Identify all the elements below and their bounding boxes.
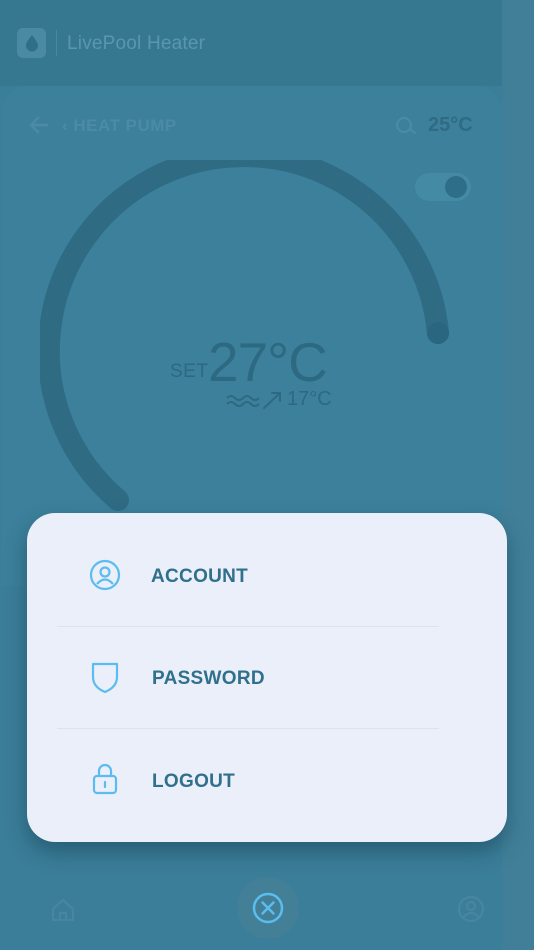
- lock-icon: [92, 763, 118, 795]
- account-menu: ACCOUNT PASSWORD LOGOUT: [27, 513, 507, 842]
- menu-item-label: LOGOUT: [152, 771, 236, 792]
- user-circle-icon: [89, 559, 121, 591]
- profile-icon[interactable]: [457, 895, 485, 923]
- menu-item-label: ACCOUNT: [151, 566, 249, 587]
- close-menu-button[interactable]: [237, 877, 299, 939]
- set-label: SET: [170, 361, 209, 382]
- dial-handle: [427, 322, 449, 344]
- back-arrow-icon[interactable]: [28, 114, 50, 136]
- ambient-temperature: 25°C: [428, 114, 473, 136]
- menu-item-logout[interactable]: LOGOUT: [27, 729, 507, 829]
- set-temperature: 27°C: [208, 331, 328, 393]
- home-icon[interactable]: [49, 896, 77, 924]
- menu-item-password[interactable]: PASSWORD: [27, 627, 507, 727]
- breadcrumb[interactable]: ‹ HEAT PUMP: [62, 116, 177, 136]
- topbar-divider: [56, 30, 57, 56]
- top-bar: LivePool Heater: [0, 0, 502, 86]
- app-logo: [17, 28, 46, 58]
- menu-item-account[interactable]: ACCOUNT: [27, 525, 507, 625]
- app-title: LivePool Heater: [67, 33, 206, 54]
- bottom-navigation: [0, 870, 534, 950]
- shield-icon: [91, 662, 119, 694]
- water-temperature: 17°C: [287, 388, 332, 410]
- menu-item-label: PASSWORD: [152, 668, 265, 689]
- water-waves-icon: [226, 392, 281, 409]
- weather-icon: [396, 117, 416, 134]
- close-circle-icon: [252, 892, 284, 924]
- water-drop-icon: [25, 35, 38, 52]
